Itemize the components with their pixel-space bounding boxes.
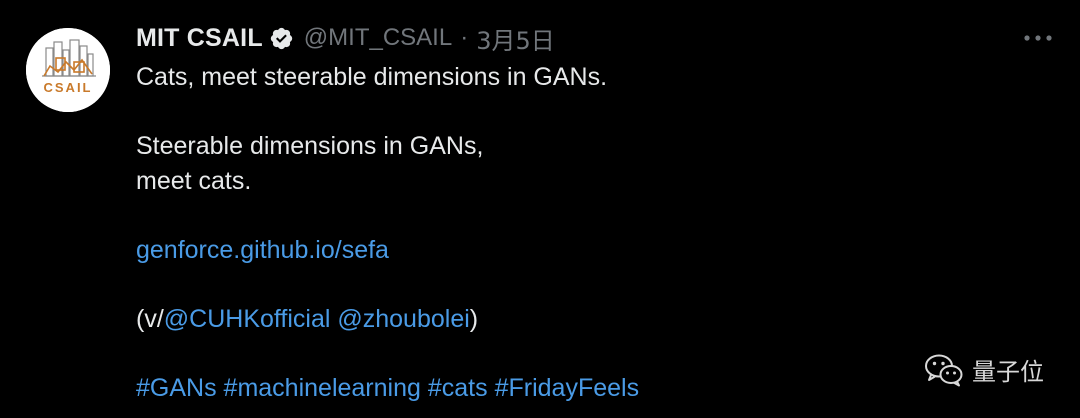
avatar-label: CSAIL <box>44 80 93 95</box>
author-handle[interactable]: @MIT_CSAIL <box>304 24 452 52</box>
tweet-line: Cats, meet steerable dimensions in GANs. <box>136 63 608 91</box>
tweet-date[interactable]: 3月5日 <box>476 21 555 56</box>
csail-logo-icon: CSAIL <box>26 28 110 112</box>
mention-cuhk[interactable]: @CUHKofficial <box>164 305 331 333</box>
hashtag-gans[interactable]: #GANs <box>136 374 217 402</box>
more-dots-icon[interactable] <box>1022 26 1054 50</box>
tweet-line: Steerable dimensions in GANs, <box>136 132 484 161</box>
tweet-line: meet cats. <box>136 166 252 195</box>
verified-badge-icon <box>270 27 292 49</box>
hashtag-machinelearning[interactable]: #machinelearning <box>224 374 421 402</box>
via-suffix: ) <box>469 305 479 334</box>
mentions-line: (v/@CUHKofficial @zhoubolei) <box>136 302 639 337</box>
avatar[interactable]: CSAIL <box>26 28 110 112</box>
mention-zhoubolei[interactable]: @zhoubolei <box>337 305 469 333</box>
hashtag-fridayfeels[interactable]: #FridayFeels <box>495 374 640 402</box>
author-name[interactable]: MIT CSAIL <box>136 24 263 53</box>
tweet-body: Cats, meet steerable dimensions in GANs.… <box>136 60 639 406</box>
sefa-link[interactable]: genforce.github.io/sefa <box>136 236 389 264</box>
tweet-header: MIT CSAIL @MIT_CSAIL · 3月5日 <box>136 20 555 56</box>
separator-dot: · <box>460 24 469 51</box>
via-prefix: (v/ <box>136 305 164 334</box>
wechat-icon <box>925 354 963 386</box>
watermark-text: 量子位 <box>972 358 1044 386</box>
hashtags-line: #GANs #machinelearning #cats #FridayFeel… <box>136 371 639 406</box>
link-line: genforce.github.io/sefa <box>136 233 639 268</box>
watermark: 量子位 <box>924 352 1044 387</box>
hashtag-cats[interactable]: #cats <box>428 374 488 402</box>
